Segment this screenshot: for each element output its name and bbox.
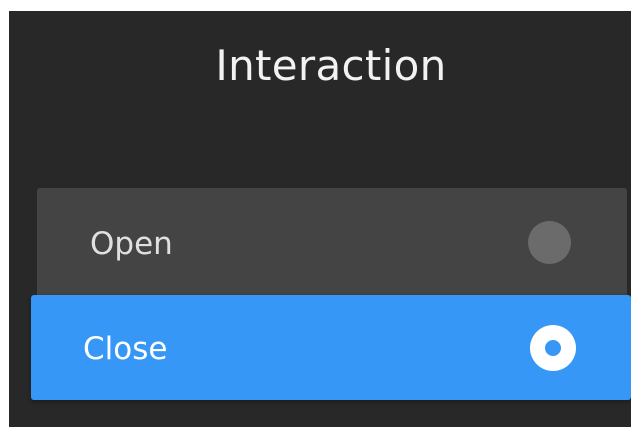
dialog-title: Interaction: [215, 41, 447, 90]
option-open[interactable]: Open: [37, 188, 627, 298]
option-close-label: Close: [83, 331, 168, 367]
radio-dot: [545, 340, 561, 356]
radio-checked-icon[interactable]: [530, 325, 576, 371]
option-close[interactable]: Close: [31, 295, 631, 400]
radio-unchecked-icon[interactable]: [528, 221, 571, 264]
option-open-label: Open: [90, 226, 173, 262]
